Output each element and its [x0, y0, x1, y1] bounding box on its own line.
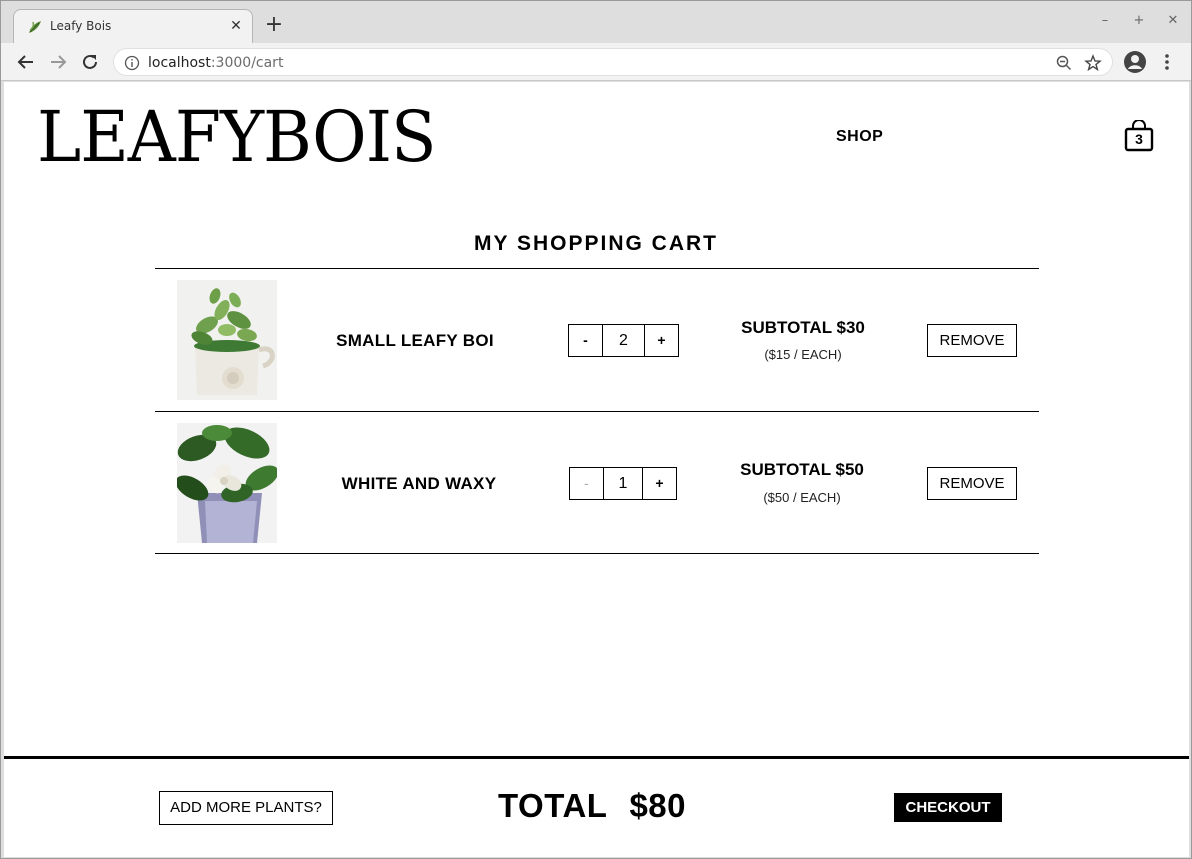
product-image[interactable] — [177, 423, 277, 543]
cart-item-row: SMALL LEAFY BOI - 2 + SUBTOTAL $30 ($15 … — [155, 269, 1039, 411]
address-bar[interactable]: localhost:3000/cart — [113, 48, 1113, 76]
back-arrow-icon[interactable] — [15, 51, 37, 73]
decrement-button[interactable]: - — [570, 468, 603, 499]
browser-tab[interactable]: Leafy Bois ✕ — [13, 9, 253, 43]
nav-shop-link[interactable]: SHOP — [836, 128, 883, 146]
minimize-icon[interactable]: – — [1095, 13, 1115, 28]
close-icon[interactable]: ✕ — [228, 18, 244, 34]
browser-toolbar: localhost:3000/cart — [1, 43, 1191, 81]
checkout-button[interactable]: CHECKOUT — [894, 793, 1002, 822]
decrement-button[interactable]: - — [569, 325, 602, 356]
item-subtotal: SUBTOTAL $50 — [740, 460, 864, 479]
quantity-stepper: - 1 + — [569, 467, 677, 500]
increment-button[interactable]: + — [643, 468, 676, 499]
kebab-menu-icon[interactable] — [1159, 51, 1175, 73]
product-name[interactable]: WHITE AND WAXY — [299, 474, 539, 494]
maximize-icon[interactable]: + — [1129, 13, 1149, 28]
browser-window: Leafy Bois ✕ + – + ✕ localhost:3000/cart — [0, 0, 1192, 859]
profile-avatar-icon[interactable] — [1123, 50, 1147, 74]
leaf-favicon-icon — [29, 21, 41, 33]
quantity-stepper: - 2 + — [568, 324, 679, 357]
page-title: MY SHOPPING CART — [474, 232, 718, 255]
bookmark-star-icon[interactable] — [1084, 54, 1102, 72]
quantity-value[interactable]: 2 — [602, 325, 645, 356]
info-icon[interactable] — [124, 55, 140, 71]
unit-price: ($15 / EACH) — [764, 347, 842, 362]
unit-price: ($50 / EACH) — [763, 490, 841, 505]
site-logo[interactable]: LEAFYBOIS — [37, 96, 437, 178]
add-more-plants-button[interactable]: ADD MORE PLANTS? — [159, 791, 333, 825]
divider — [155, 553, 1039, 554]
cart-item-row: WHITE AND WAXY - 1 + SUBTOTAL $50 ($50 /… — [155, 412, 1039, 554]
forward-arrow-icon[interactable] — [47, 51, 69, 73]
product-image[interactable] — [177, 280, 277, 400]
remove-button[interactable]: REMOVE — [927, 324, 1017, 357]
footer-divider — [4, 756, 1189, 759]
remove-button[interactable]: REMOVE — [927, 467, 1017, 500]
page-content: LEAFYBOIS SHOP 3 MY SHOPPING CART SMALL … — [4, 82, 1189, 857]
cart-count-badge[interactable]: 3 — [1124, 131, 1154, 147]
item-subtotal: SUBTOTAL $30 — [741, 318, 865, 337]
total-amount: $80 — [629, 787, 686, 824]
url-text[interactable]: localhost:3000/cart — [148, 55, 283, 71]
window-close-icon[interactable]: ✕ — [1163, 13, 1183, 28]
tab-strip: Leafy Bois ✕ + – + ✕ — [1, 1, 1191, 43]
zoom-out-icon[interactable] — [1056, 55, 1072, 71]
quantity-value[interactable]: 1 — [603, 468, 643, 499]
reload-icon[interactable] — [79, 51, 101, 73]
total-label: TOTAL — [498, 787, 608, 824]
plus-icon[interactable]: + — [263, 14, 285, 36]
tab-title: Leafy Bois — [50, 19, 112, 33]
cart-total: TOTAL $80 — [498, 787, 686, 825]
increment-button[interactable]: + — [645, 325, 678, 356]
product-name[interactable]: SMALL LEAFY BOI — [295, 331, 535, 351]
